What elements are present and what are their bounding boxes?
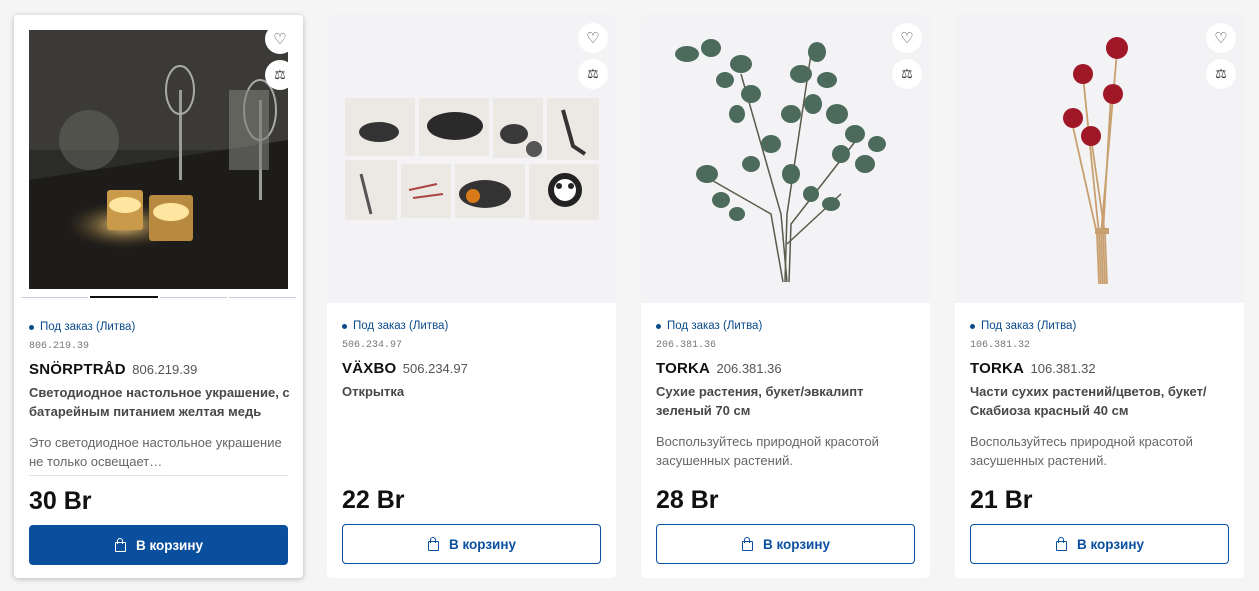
compare-button[interactable]: ⚖	[578, 59, 608, 89]
heart-icon: ♡	[273, 31, 287, 48]
image-slide-indicator[interactable]	[21, 296, 296, 298]
shopping-bag-icon	[114, 538, 127, 552]
product-price: 30 Br	[29, 487, 92, 515]
scale-icon: ⚖	[1215, 66, 1227, 81]
shopping-bag-icon	[741, 537, 754, 551]
heart-icon: ♡	[1214, 30, 1228, 47]
compare-button[interactable]: ⚖	[892, 59, 922, 89]
article-number: 506.234.97	[342, 340, 403, 351]
heart-icon: ♡	[900, 30, 914, 47]
product-name[interactable]: TORKA 106.381.32	[970, 360, 1096, 378]
product-description[interactable]: Открытка	[342, 382, 604, 401]
product-teaser: Воспользуйтесь природной красотой засуше…	[970, 434, 1193, 468]
product-teaser: Воспользуйтесь природной красотой засуше…	[656, 434, 879, 468]
compare-button[interactable]: ⚖	[1206, 59, 1236, 89]
article-number: 806.219.39	[29, 341, 90, 352]
scale-icon: ⚖	[901, 66, 913, 81]
postcards-image	[345, 98, 599, 220]
article-number: 206.381.36	[656, 340, 717, 351]
product-price: 22 Br	[342, 486, 405, 514]
favorite-button[interactable]: ♡	[265, 24, 295, 54]
add-to-cart-button[interactable]: В корзину	[342, 524, 601, 564]
stock-dot	[656, 323, 661, 329]
scale-icon: ⚖	[274, 67, 286, 82]
favorite-button[interactable]: ♡	[578, 23, 608, 53]
product-photo[interactable]	[29, 30, 288, 289]
product-name[interactable]: VÄXBO 506.234.97	[342, 360, 468, 378]
shopping-bag-icon	[1055, 537, 1068, 551]
divider	[29, 475, 288, 476]
product-image-area[interactable]: ♡ ⚖	[641, 14, 930, 303]
product-image-area[interactable]: ♡ ⚖	[955, 14, 1244, 303]
product-card[interactable]: ♡ ⚖ Под заказ (Литва) 506.234.97 VÄXBO 5…	[327, 14, 616, 578]
product-price: 28 Br	[656, 486, 719, 514]
stock-status: Под заказ (Литва)	[656, 320, 762, 332]
eucalyptus-image	[675, 39, 886, 283]
stock-status: Под заказ (Литва)	[29, 321, 135, 333]
product-name[interactable]: TORKA 206.381.36	[656, 360, 782, 378]
product-description[interactable]: Светодиодное настольное украшение, с бат…	[29, 383, 291, 421]
shopping-bag-icon	[427, 537, 440, 551]
stock-dot	[342, 323, 347, 329]
product-card[interactable]: ♡ ⚖ Под заказ (Литва) 206.381.36 TORKA 2…	[641, 14, 930, 578]
add-to-cart-button[interactable]: В корзину	[656, 524, 915, 564]
stock-dot	[29, 324, 34, 330]
product-description[interactable]: Сухие растения, букет/эвкалипт зеленый 7…	[656, 382, 918, 420]
product-card[interactable]: ♡ ⚖ Под заказ (Литва) 806.219.39 SNÖRPTR…	[14, 15, 303, 578]
article-number: 106.381.32	[970, 340, 1031, 351]
product-name[interactable]: SNÖRPTRÅD 806.219.39	[29, 361, 197, 379]
favorite-button[interactable]: ♡	[1206, 23, 1236, 53]
stock-status: Под заказ (Литва)	[970, 320, 1076, 332]
stock-status: Под заказ (Литва)	[342, 320, 448, 332]
compare-button[interactable]: ⚖	[265, 60, 295, 90]
add-to-cart-button[interactable]: В корзину	[29, 525, 288, 565]
heart-icon: ♡	[586, 30, 600, 47]
product-description[interactable]: Части сухих растений/цветов, букет/Скаби…	[970, 382, 1232, 420]
add-to-cart-button[interactable]: В корзину	[970, 524, 1229, 564]
product-image-area[interactable]: ♡ ⚖	[14, 15, 303, 304]
product-teaser: Это светодиодное настольное украшение не…	[29, 435, 282, 469]
stock-dot	[970, 323, 975, 329]
product-image-area[interactable]: ♡ ⚖	[327, 14, 616, 303]
scale-icon: ⚖	[587, 66, 599, 81]
product-card[interactable]: ♡ ⚖ Под заказ (Литва) 106.381.32 TORKA 1…	[955, 14, 1244, 578]
candle-scene-image	[29, 30, 288, 289]
favorite-button[interactable]: ♡	[892, 23, 922, 53]
product-price: 21 Br	[970, 486, 1033, 514]
scabiosa-image	[1063, 37, 1128, 285]
